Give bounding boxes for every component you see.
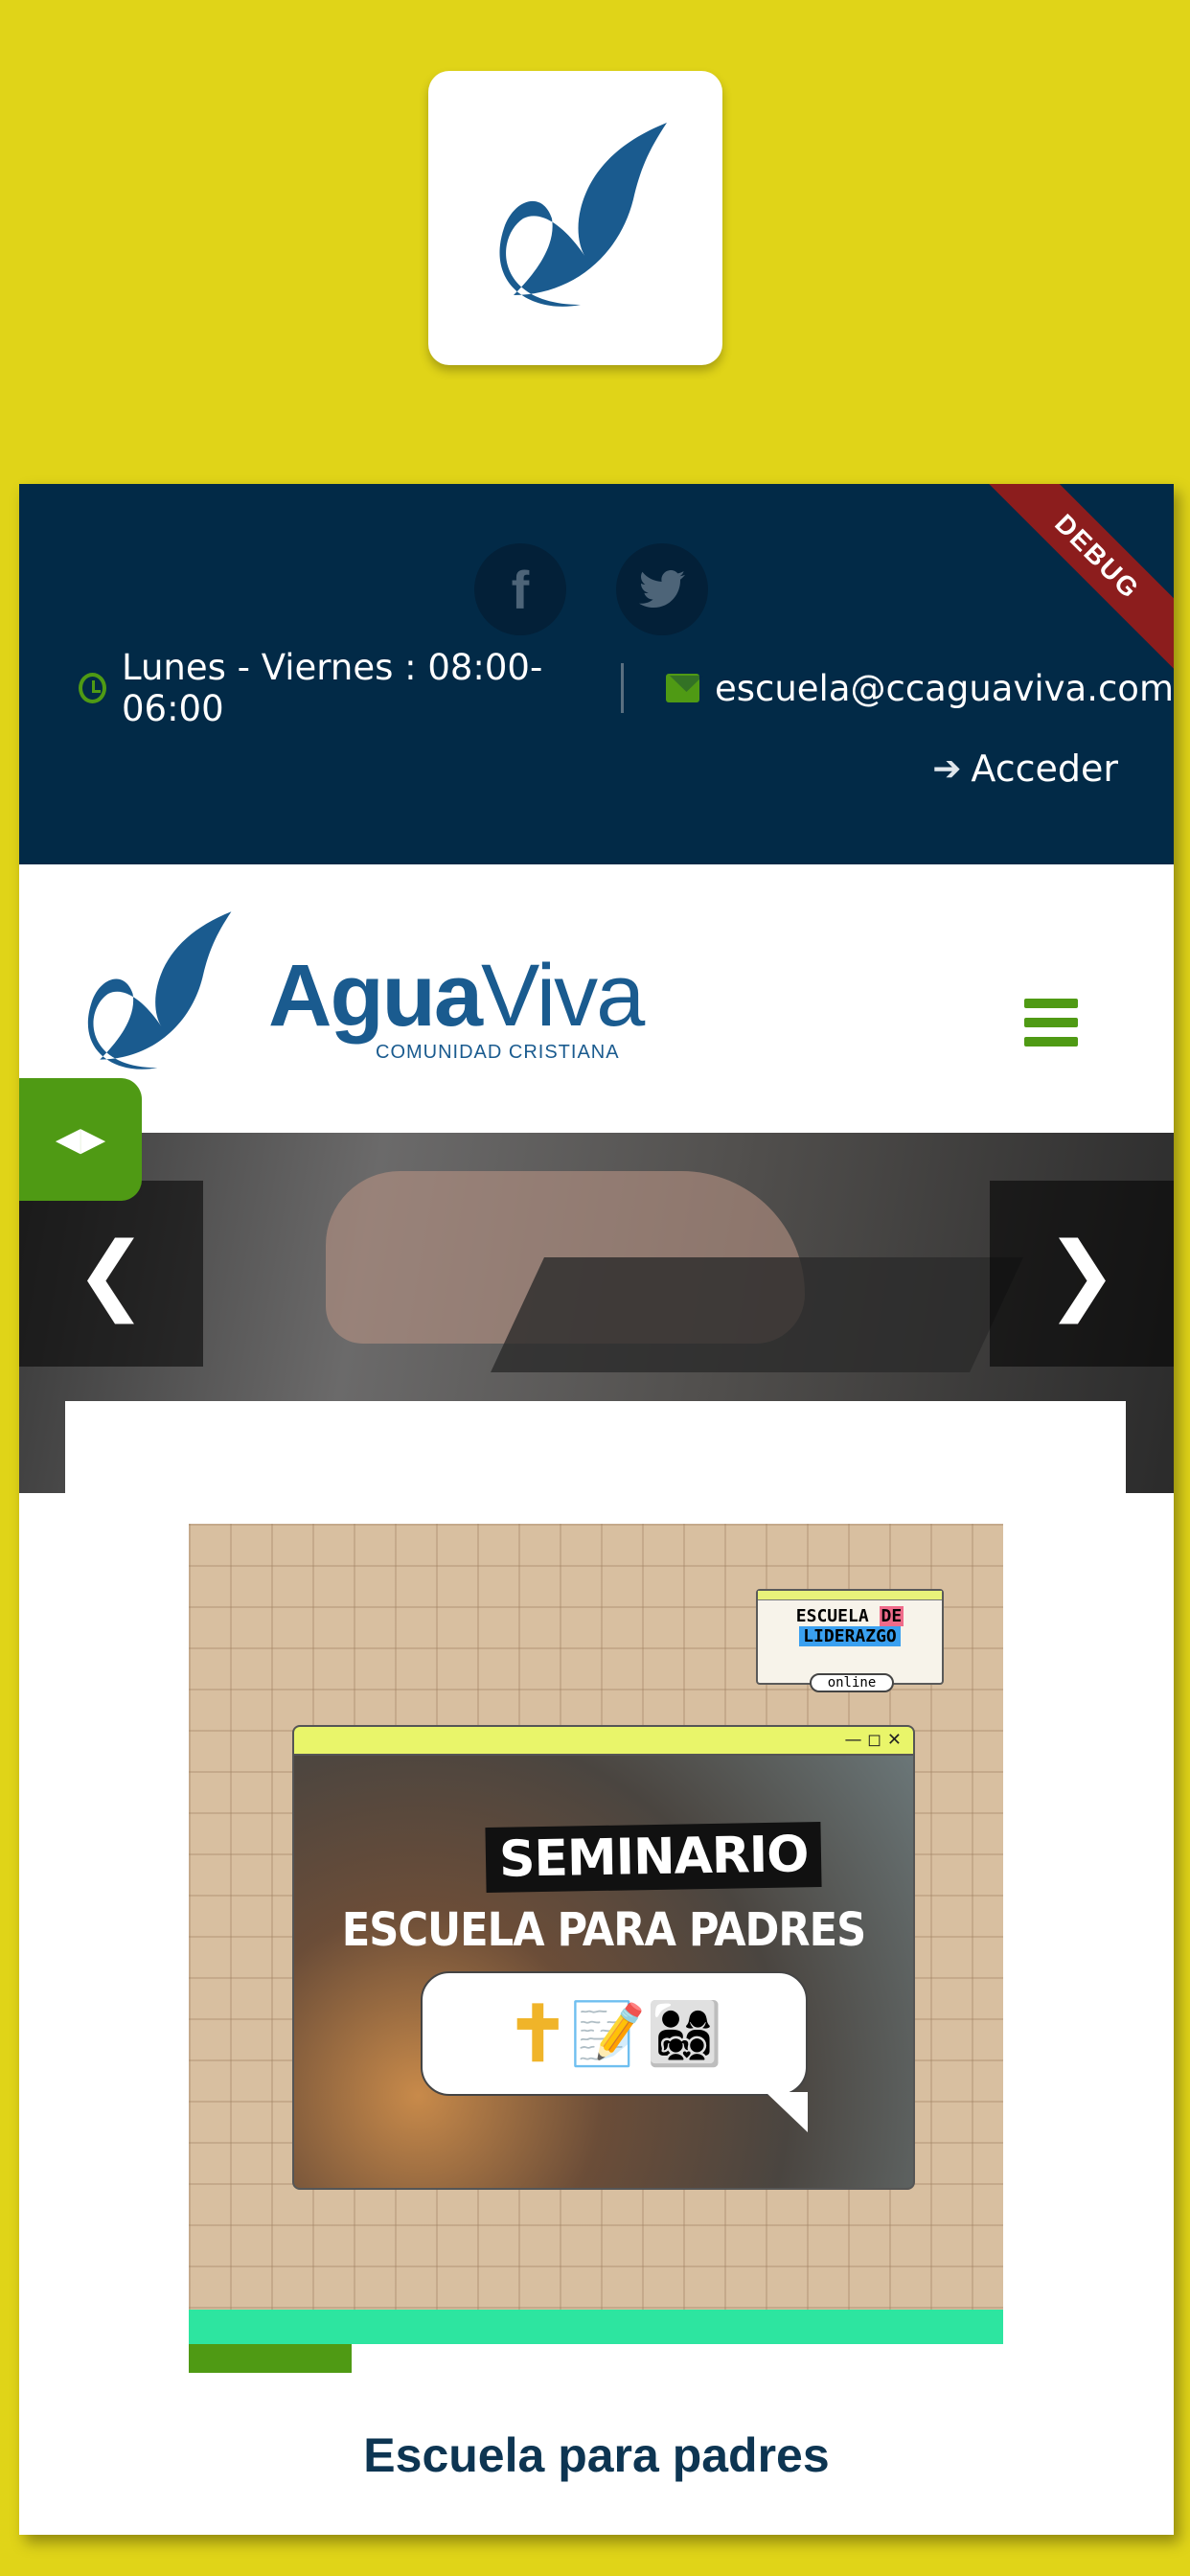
badge-window-bar bbox=[758, 1591, 942, 1600]
top-contact-bar: f Lunes - Viernes : 08:00-06:00 escuela@… bbox=[19, 484, 1174, 864]
hero-slider: ❮ ❯ bbox=[19, 1133, 1174, 1493]
twitter-icon[interactable] bbox=[616, 543, 708, 635]
contact-info-row: Lunes - Viernes : 08:00-06:00 escuela@cc… bbox=[79, 647, 1174, 729]
hours-text: Lunes - Viernes : 08:00-06:00 bbox=[121, 647, 543, 729]
email-link[interactable]: escuela@ccaguaviva.com bbox=[715, 668, 1174, 709]
menu-hamburger-icon[interactable] bbox=[1024, 999, 1078, 1056]
slider-prev-button[interactable]: ❮ bbox=[19, 1181, 203, 1367]
site-logo[interactable]: AguaViva COMUNIDAD CRISTIANA bbox=[67, 903, 645, 1085]
phone-screen: f Lunes - Viernes : 08:00-06:00 escuela@… bbox=[19, 484, 1174, 2535]
envelope-icon bbox=[665, 674, 699, 702]
window-controls: — ◻ ✕ bbox=[294, 1727, 913, 1756]
sign-in-icon: ➔ bbox=[932, 748, 962, 789]
leadership-school-badge: ESCUELA DE LIDERAZGO online bbox=[756, 1589, 944, 1692]
clock-icon bbox=[79, 673, 106, 703]
poster-accent-tab bbox=[189, 2344, 352, 2373]
badge-line-1: ESCUELA DE bbox=[795, 1606, 904, 1626]
login-label: Acceder bbox=[971, 748, 1118, 790]
hero-image-laptop bbox=[491, 1257, 1023, 1372]
agua-viva-logo-mark-icon bbox=[87, 911, 232, 1070]
badge-line-2: LIDERAZGO bbox=[758, 1626, 942, 1646]
hero-overlay-panel bbox=[65, 1401, 1126, 1493]
emoji-speech-bubble: ✝ 📝👨‍👩‍👧‍👦 bbox=[421, 1971, 808, 2132]
app-icon bbox=[428, 71, 722, 365]
badge-online-tag: online bbox=[810, 1673, 894, 1692]
chevron-right-icon: ❯ bbox=[1045, 1223, 1118, 1324]
chevron-left-icon: ❮ bbox=[75, 1223, 148, 1324]
logo-name: AguaViva bbox=[268, 947, 645, 1045]
agua-viva-logo-icon bbox=[498, 122, 667, 307]
emoji-row: 📝👨‍👩‍👧‍👦 bbox=[569, 1998, 723, 2068]
side-toggle-button[interactable]: ◀▶ bbox=[19, 1078, 142, 1201]
poster-accent-stripe bbox=[189, 2310, 1003, 2344]
logo-subtitle: COMUNIDAD CRISTIANA bbox=[376, 1042, 620, 1063]
course-title[interactable]: Escuela para padres bbox=[19, 2427, 1174, 2483]
twitter-bird-icon bbox=[639, 570, 685, 608]
poster-window: — ◻ ✕ SEMINARIO ESCUELA PARA PADRES ✝ 📝👨… bbox=[292, 1725, 915, 2190]
login-link[interactable]: ➔ Acceder bbox=[932, 748, 1118, 790]
cross-icon: ✝ bbox=[505, 1990, 570, 2077]
seminar-title: SEMINARIO bbox=[485, 1821, 823, 1894]
main-navbar: AguaViva COMUNIDAD CRISTIANA bbox=[19, 864, 1174, 1133]
course-poster-image[interactable]: ESCUELA DE LIDERAZGO online — ◻ ✕ SEMINA… bbox=[189, 1524, 1003, 2338]
facebook-icon[interactable]: f bbox=[474, 543, 566, 635]
info-divider bbox=[621, 663, 624, 713]
logo-wordmark: AguaViva COMUNIDAD CRISTIANA bbox=[268, 947, 645, 1064]
arrows-left-right-icon: ◀▶ bbox=[55, 1121, 106, 1158]
bubble-tail bbox=[766, 2092, 808, 2132]
slider-next-button[interactable]: ❯ bbox=[990, 1181, 1174, 1367]
seminar-subtitle: ESCUELA PARA PADRES bbox=[341, 1903, 867, 1957]
